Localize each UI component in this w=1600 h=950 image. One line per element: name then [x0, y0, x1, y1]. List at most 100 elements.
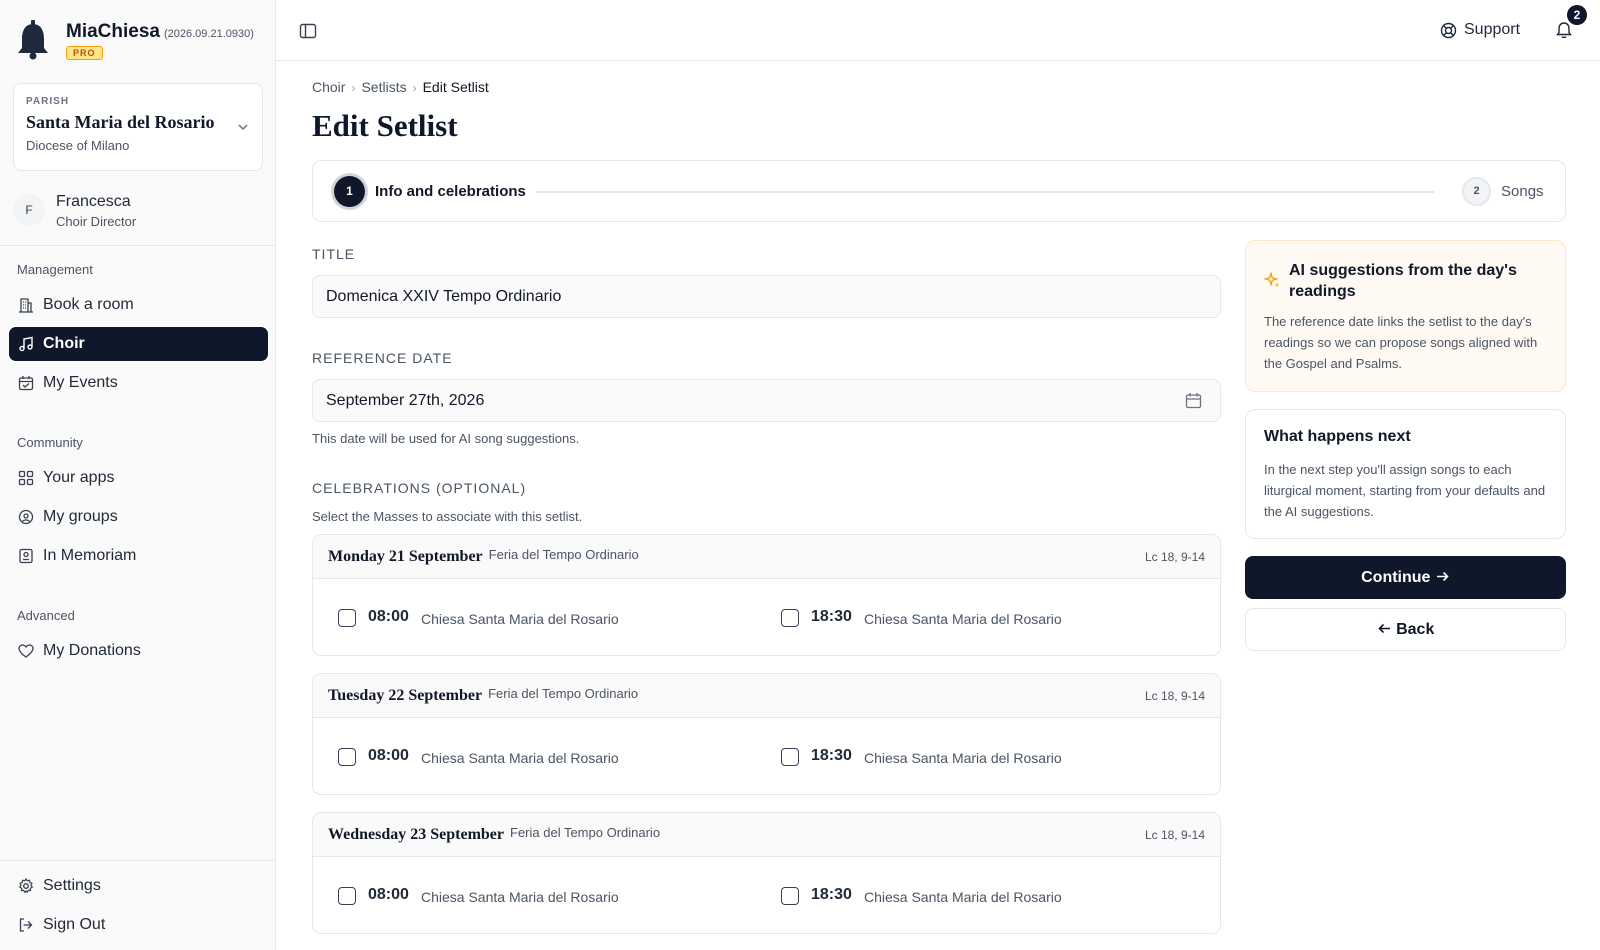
day-name: Monday 21 September Feria del Tempo Ordin… [328, 547, 639, 565]
reference-date-value: September 27th, 2026 [326, 392, 485, 409]
breadcrumb-setlists[interactable]: Setlists [361, 79, 406, 95]
reference-date-field[interactable]: September 27th, 2026 [312, 379, 1221, 422]
continue-button[interactable]: Continue [1245, 556, 1566, 599]
day-name: Wednesday 23 September Feria del Tempo Or… [328, 825, 661, 843]
mass-row: 08:00 Chiesa Santa Maria del Rosario 18:… [313, 718, 1220, 794]
section-community: Community [17, 435, 83, 450]
sign-out-icon [19, 918, 33, 932]
mass-checkbox[interactable] [781, 887, 799, 905]
sidebar-divider [0, 860, 276, 861]
mass-church: Chiesa Santa Maria del Rosario [864, 611, 1062, 627]
parish-diocese: Diocese of Milano [26, 138, 130, 153]
sidebar-item-your-apps[interactable]: Your apps [9, 461, 268, 495]
step-2-label: Songs [1501, 183, 1544, 200]
mass-time: 08:00 [368, 608, 409, 625]
reference-date-label: REFERENCE DATE [312, 350, 453, 366]
continue-label: Continue [1361, 569, 1431, 586]
bell-logo-icon [18, 20, 48, 60]
day-feria: Feria del Tempo Ordinario [488, 547, 639, 562]
sidebar-item-label: My Events [43, 374, 118, 391]
sidebar-item-label: In Memoriam [43, 547, 137, 564]
sidebar-item-book-a-room[interactable]: Book a room [9, 288, 268, 322]
mass-checkbox[interactable] [338, 609, 356, 627]
sidebar-item-my-donations[interactable]: My Donations [9, 634, 268, 668]
sidebar-item-my-groups[interactable]: My groups [9, 500, 268, 534]
stepper-connector [536, 191, 1434, 193]
reference-date-hint: This date will be used for AI song sugge… [312, 431, 580, 446]
app-version: (2026.09.21.0930) [163, 28, 254, 40]
topbar: Support 2 [276, 0, 1600, 61]
music-note-icon [19, 336, 33, 352]
sidebar-item-settings[interactable]: Settings [9, 869, 268, 903]
sidebar-item-label: Your apps [43, 469, 115, 486]
day-header: Wednesday 23 September Feria del Tempo Or… [313, 813, 1220, 857]
ai-suggestions-card: AI suggestions from the day's readings T… [1245, 240, 1566, 392]
mass-time: 08:00 [368, 886, 409, 903]
step-2-indicator[interactable]: 2 [1462, 177, 1491, 206]
heart-icon [18, 644, 34, 658]
back-label: Back [1396, 621, 1435, 638]
day-card: Monday 21 September Feria del Tempo Ordin… [312, 534, 1221, 656]
breadcrumb: Choir › Setlists › Edit Setlist [312, 79, 489, 95]
mass-time: 18:30 [811, 747, 852, 764]
sidebar-item-label: My Donations [43, 642, 141, 659]
mass-row: 08:00 Chiesa Santa Maria del Rosario 18:… [313, 579, 1220, 655]
parish-selector[interactable]: PARISH Santa Maria del Rosario Diocese o… [13, 83, 263, 171]
mass-church: Chiesa Santa Maria del Rosario [421, 611, 619, 627]
user-name: Francesca [56, 193, 131, 210]
mass-church: Chiesa Santa Maria del Rosario [864, 889, 1062, 905]
title-input[interactable]: Domenica XXIV Tempo Ordinario [312, 275, 1221, 318]
day-card: Wednesday 23 September Feria del Tempo Or… [312, 812, 1221, 934]
app-name: MiaChiesa (2026.09.21.0930) [66, 21, 254, 42]
section-advanced: Advanced [17, 608, 75, 623]
sidebar-item-label: Choir [43, 335, 85, 352]
day-card: Tuesday 22 September Feria del Tempo Ordi… [312, 673, 1221, 795]
notifications-badge: 2 [1567, 5, 1587, 25]
step-1-indicator[interactable]: 1 [334, 176, 365, 207]
day-header: Tuesday 22 September Feria del Tempo Ordi… [313, 674, 1220, 718]
next-card-body: In the next step you'll assign songs to … [1264, 462, 1546, 519]
next-steps-card: What happens next In the next step you'l… [1245, 409, 1566, 539]
building-icon [19, 298, 33, 313]
back-button[interactable]: Back [1245, 608, 1566, 651]
sidebar-toggle-icon[interactable] [299, 22, 317, 40]
mass-checkbox[interactable] [781, 609, 799, 627]
support-label: Support [1464, 21, 1521, 38]
mass-time: 18:30 [811, 608, 852, 625]
lifebuoy-icon [1440, 22, 1457, 39]
ai-card-title: AI suggestions from the day's readings [1289, 262, 1517, 300]
brand[interactable]: MiaChiesa (2026.09.21.0930) PRO [16, 18, 266, 66]
sidebar-item-label: Sign Out [43, 916, 106, 933]
day-header: Monday 21 September Feria del Tempo Ordin… [313, 535, 1220, 579]
grid-icon [18, 470, 34, 486]
sidebar: MiaChiesa (2026.09.21.0930) PRO PARISH Sa… [0, 0, 276, 950]
day-feria: Feria del Tempo Ordinario [488, 686, 639, 701]
sidebar-item-my-events[interactable]: My Events [9, 366, 268, 400]
sidebar-divider [0, 245, 276, 246]
mass-time: 08:00 [368, 747, 409, 764]
mass-church: Chiesa Santa Maria del Rosario [421, 750, 619, 766]
mass-checkbox[interactable] [781, 748, 799, 766]
breadcrumb-current: Edit Setlist [422, 79, 489, 95]
day-reading: Lc 18, 9-14 [1144, 689, 1205, 703]
arrow-left-icon [1378, 623, 1390, 634]
mass-checkbox[interactable] [338, 748, 356, 766]
mass-checkbox[interactable] [338, 887, 356, 905]
user-role: Choir Director [56, 214, 137, 229]
gear-icon [18, 878, 34, 894]
sidebar-item-choir[interactable]: Choir [9, 327, 268, 361]
day-reading: Lc 18, 9-14 [1144, 828, 1205, 842]
title-label: TITLE [312, 246, 356, 262]
chevron-right-icon: › [412, 81, 417, 95]
celebrations-label: CELEBRATIONS (OPTIONAL) [312, 480, 527, 496]
mass-church: Chiesa Santa Maria del Rosario [421, 889, 619, 905]
breadcrumb-choir[interactable]: Choir [312, 79, 345, 95]
celebrations-hint: Select the Masses to associate with this… [312, 509, 583, 524]
sidebar-item-in-memoriam[interactable]: In Memoriam [9, 539, 268, 573]
sidebar-item-label: Settings [43, 877, 101, 894]
sidebar-item-sign-out[interactable]: Sign Out [9, 908, 268, 942]
calendar-icon [18, 376, 34, 391]
calendar-icon[interactable] [1185, 392, 1202, 409]
user-profile[interactable]: F Francesca Choir Director [13, 190, 263, 234]
parish-label: PARISH [26, 96, 70, 107]
